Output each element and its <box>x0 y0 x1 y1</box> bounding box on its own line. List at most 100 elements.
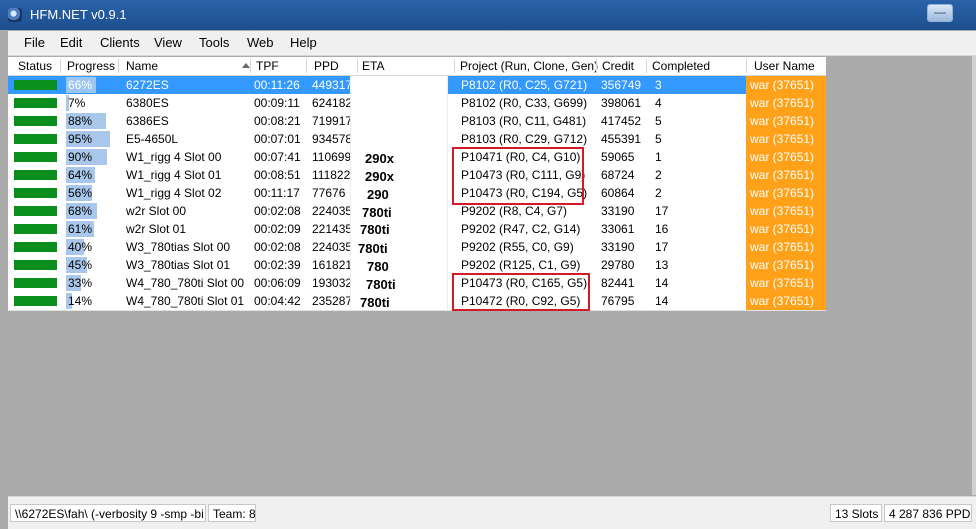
client-tpf: 00:04:42 <box>254 294 301 308</box>
client-completed: 2 <box>655 186 662 200</box>
sort-ascending-icon <box>242 63 250 68</box>
client-tpf: 00:08:51 <box>254 168 301 182</box>
client-name: E5-4650L <box>126 132 179 146</box>
client-credit: 33190 <box>601 204 635 218</box>
client-name: W1_rigg 4 Slot 01 <box>126 168 222 182</box>
progress-bar: 64% <box>66 167 112 183</box>
column-project[interactable]: Project (Run, Clone, Gen) <box>460 57 598 75</box>
column-ppd[interactable]: PPD <box>314 57 339 75</box>
status-running-indicator <box>14 170 57 180</box>
client-completed: 3 <box>655 78 662 92</box>
gpu-annotation: 290x <box>365 169 394 184</box>
status-running-indicator <box>14 152 57 162</box>
progress-bar: 68% <box>66 203 112 219</box>
client-tpf: 00:07:01 <box>254 132 301 146</box>
client-credit: 356749 <box>601 78 642 92</box>
progress-bar: 66% <box>66 77 112 93</box>
progress-text: 68% <box>68 204 93 218</box>
status-running-indicator <box>14 242 57 252</box>
client-completed: 4 <box>655 96 662 110</box>
client-credit: 68724 <box>601 168 635 182</box>
status-slots: 13 Slots <box>830 504 882 522</box>
status-running-indicator <box>14 296 57 306</box>
column-eta[interactable]: ETA <box>362 57 384 75</box>
gpu-annotation: 780ti <box>366 277 396 292</box>
progress-text: 95% <box>68 132 93 146</box>
client-name: W1_rigg 4 Slot 02 <box>126 186 222 200</box>
progress-text: 66% <box>68 78 93 92</box>
menu-web[interactable]: Web <box>247 35 274 50</box>
client-tpf: 00:07:41 <box>254 150 301 164</box>
client-project: P8102 (R0, C33, G699) <box>461 96 588 110</box>
column-status[interactable]: Status <box>18 57 52 75</box>
progress-bar: 90% <box>66 149 112 165</box>
client-name: 6380ES <box>126 96 169 110</box>
column-user-name[interactable]: User Name <box>754 57 815 75</box>
client-credit: 60864 <box>601 186 635 200</box>
status-running-indicator <box>14 278 57 288</box>
menu-edit[interactable]: Edit <box>60 35 82 50</box>
menu-tools[interactable]: Tools <box>199 35 229 50</box>
client-credit: 417452 <box>601 114 642 128</box>
client-user-name: war (37651) <box>746 274 826 292</box>
client-project: P9202 (R55, C0, G9) <box>461 240 574 254</box>
progress-bar: 95% <box>66 131 112 147</box>
column-credit[interactable]: Credit <box>602 57 634 75</box>
client-completed: 5 <box>655 132 662 146</box>
client-user-name: war (37651) <box>746 130 826 148</box>
progress-text: 56% <box>68 186 93 200</box>
client-name: 6386ES <box>126 114 169 128</box>
gpu-annotation: 290 <box>367 187 389 202</box>
column-progress[interactable]: Progress <box>67 57 115 75</box>
client-project: P9202 (R125, C1, G9) <box>461 258 581 272</box>
progress-bar: 88% <box>66 113 112 129</box>
minimize-button[interactable]: — <box>927 4 953 22</box>
status-running-indicator <box>14 98 57 108</box>
client-tpf: 00:09:11 <box>254 96 300 110</box>
client-completed: 2 <box>655 168 662 182</box>
client-credit: 82441 <box>601 276 635 290</box>
status-running-indicator <box>14 188 57 198</box>
annotation-box-lower <box>452 273 590 311</box>
status-running-indicator <box>14 134 57 144</box>
menu-help[interactable]: Help <box>290 35 317 50</box>
status-running-indicator <box>14 80 57 90</box>
title-bar[interactable]: HFM.NET v0.9.1 — <box>0 0 976 30</box>
status-bar: \\6272ES\fah\ (-verbosity 9 -smp -bi Tea… <box>8 496 976 529</box>
progress-bar: 45% <box>66 257 112 273</box>
app-window: HFM.NET v0.9.1 — File Edit Clients View … <box>0 0 976 529</box>
gpu-annotation: 780ti <box>362 205 392 220</box>
client-name: W3_780tias Slot 01 <box>126 258 231 272</box>
progress-text: 88% <box>68 114 93 128</box>
client-completed: 17 <box>655 240 669 254</box>
column-completed[interactable]: Completed <box>652 57 710 75</box>
client-name: W4_780_780ti Slot 01 <box>126 294 245 308</box>
client-credit: 33190 <box>601 240 635 254</box>
client-project: P8103 (R0, C29, G712) <box>461 132 588 146</box>
client-tpf: 00:02:08 <box>254 240 301 254</box>
client-credit: 398061 <box>601 96 642 110</box>
client-user-name: war (37651) <box>746 184 826 202</box>
menu-file[interactable]: File <box>24 35 45 50</box>
menu-view[interactable]: View <box>154 35 182 50</box>
status-running-indicator <box>14 116 57 126</box>
client-project: P8103 (R0, C11, G481) <box>461 114 587 128</box>
progress-bar: 14% <box>66 293 112 309</box>
client-credit: 33061 <box>601 222 635 236</box>
status-path: \\6272ES\fah\ (-verbosity 9 -smp -bi <box>10 504 206 522</box>
progress-bar: 33% <box>66 275 112 291</box>
status-team: Team: 8 <box>208 504 256 522</box>
column-tpf[interactable]: TPF <box>256 57 279 75</box>
client-user-name: war (37651) <box>746 76 826 94</box>
column-name[interactable]: Name <box>126 57 158 75</box>
client-tpf: 00:06:09 <box>254 276 301 290</box>
client-tpf: 00:08:21 <box>254 114 301 128</box>
client-tpf: 00:02:09 <box>254 222 301 236</box>
grid-header: Status Progress Name TPF PPD ETA Project… <box>8 57 826 76</box>
client-user-name: war (37651) <box>746 256 826 274</box>
status-running-indicator <box>14 260 57 270</box>
client-credit: 59065 <box>601 150 635 164</box>
client-completed: 1 <box>655 150 662 164</box>
gpu-annotation: 290x <box>365 151 394 166</box>
menu-clients[interactable]: Clients <box>100 35 140 50</box>
